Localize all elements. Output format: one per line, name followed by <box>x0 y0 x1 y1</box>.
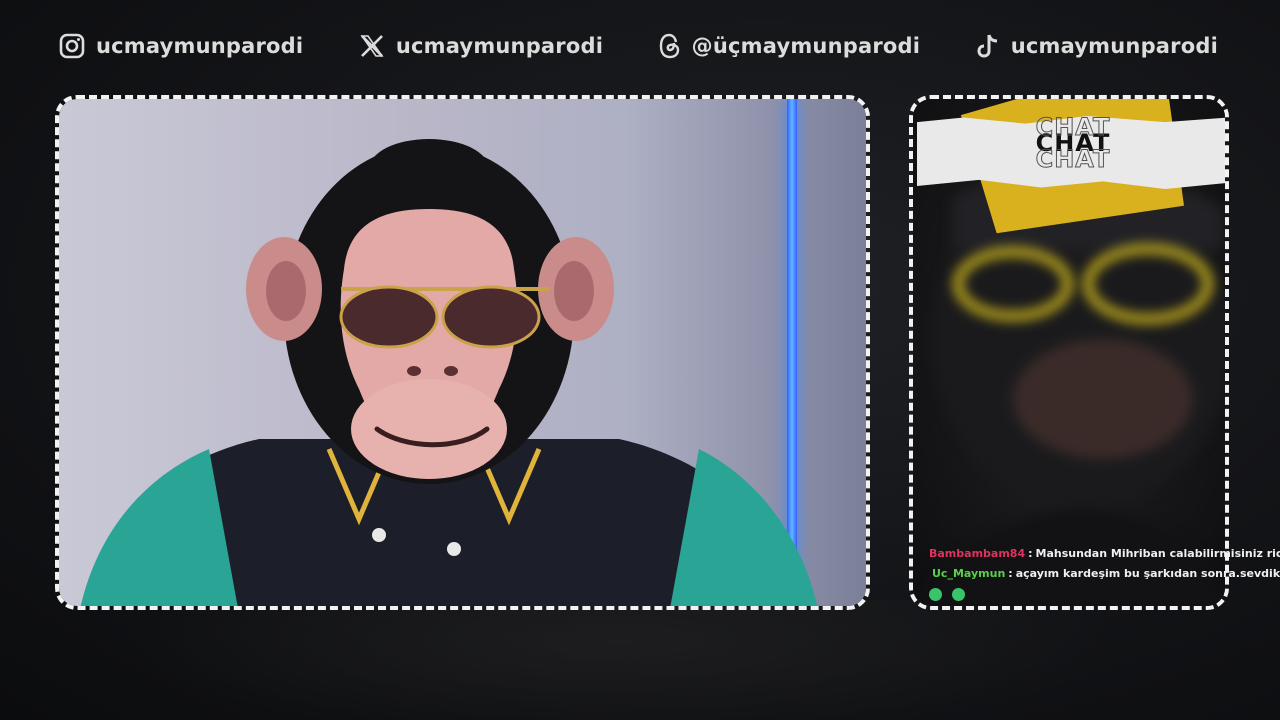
chat-username[interactable]: Bambambam84 <box>929 544 1025 564</box>
threads-icon <box>658 32 682 60</box>
chat-separator: : <box>1028 547 1033 560</box>
instagram-icon <box>58 32 86 60</box>
social-instagram[interactable]: ucmaymunparodi <box>58 32 303 60</box>
chat-title: CHAT CHAT CHAT <box>913 113 1225 174</box>
chat-messages: Bambambam84 : Mahsundan Mihriban calabil… <box>929 544 1280 604</box>
social-handle: ucmaymunparodi <box>1010 34 1218 58</box>
chat-message: Uc_Maymun : açayım kardeşim bu şarkıdan … <box>929 564 1280 584</box>
emote-icon <box>929 587 942 601</box>
social-handle: ucmaymunparodi <box>96 34 304 58</box>
chat-username[interactable]: Uc_Maymun <box>932 564 1005 584</box>
social-threads[interactable]: @üçmaymunparodi <box>658 32 921 60</box>
x-icon <box>358 32 386 60</box>
chimp-character <box>80 139 818 606</box>
emote-icon <box>952 587 965 601</box>
chat-panel: CHAT CHAT CHAT <box>909 95 1229 610</box>
social-bar: ucmaymunparodi ucmaymunparodi @üçmaymunp… <box>58 28 1218 64</box>
chat-title-echo-top: CHAT <box>1035 113 1111 142</box>
social-x[interactable]: ucmaymunparodi <box>358 32 603 60</box>
chat-title-echo-bottom: CHAT <box>1035 145 1111 174</box>
chat-message-text: Mahsundan Mihriban calabilirmisiniz rica… <box>1035 547 1280 560</box>
social-tiktok[interactable]: ucmaymunparodi <box>975 32 1218 60</box>
chat-message: Bambambam84 : Mahsundan Mihriban calabil… <box>929 544 1280 564</box>
chat-message-text: açayım kardeşim bu şarkıdan sonra.sevdik… <box>1015 567 1280 580</box>
tiktok-icon <box>975 32 1001 60</box>
chat-separator: : <box>1008 567 1013 580</box>
social-handle: ucmaymunparodi <box>395 34 604 58</box>
camera-panel <box>55 95 870 610</box>
emote-row <box>929 584 1280 604</box>
background-shadow <box>120 600 1120 720</box>
social-handle: @üçmaymunparodi <box>691 34 921 58</box>
